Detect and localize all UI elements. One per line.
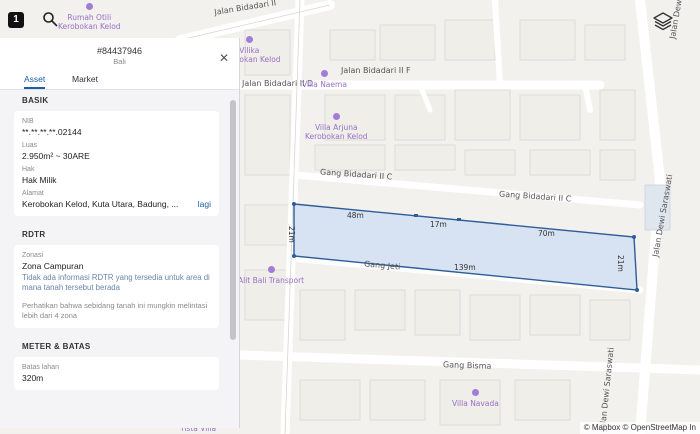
batas-value: 320m: [22, 373, 44, 383]
luas-value: 2.950m² ~ 30ARE: [22, 151, 90, 161]
poi-pin-icon: [471, 389, 479, 396]
nib-value: **.**.**.**.02144: [22, 127, 82, 137]
search-icon[interactable]: [42, 11, 58, 27]
poi-villa-navada[interactable]: Villa Navada: [452, 389, 499, 408]
section-title-rdtr: RDTR: [22, 230, 46, 239]
meter-card: Batas lahan 320m: [14, 357, 219, 390]
hak-label: Hak: [22, 166, 35, 173]
measure-west: 21m: [287, 226, 296, 243]
layers-icon[interactable]: [652, 10, 674, 32]
alamat-more-link[interactable]: lagi: [198, 199, 211, 209]
map-attribution[interactable]: © Mapbox © OpenStreetMap In: [579, 422, 700, 434]
poi-pin-icon: [320, 70, 328, 77]
close-icon[interactable]: ✕: [219, 51, 229, 65]
top-bar: 1: [0, 0, 70, 40]
section-title-meter: METER & BATAS: [22, 342, 91, 351]
luas-label: Luas: [22, 142, 38, 149]
alamat-row: Kerobokan Kelod, Kuta Utara, Badung, ...…: [22, 197, 211, 209]
hak-value: Hak Milik: [22, 175, 57, 185]
measure-east: 21m: [616, 255, 625, 272]
poi-pin-icon: [245, 36, 253, 43]
rdtr-info-text: Tidak ada informasi RDTR yang tersedia u…: [22, 273, 210, 292]
panel-scrollbar[interactable]: [230, 100, 236, 340]
poi-pin-icon: [332, 113, 340, 120]
poi-pin-icon: [267, 266, 275, 273]
asset-panel: #84437946 Bali ✕ Asset Market BASIK NIB …: [0, 38, 240, 428]
alamat-label: Alamat: [22, 190, 44, 197]
alamat-value: Kerobokan Kelod, Kuta Utara, Badung, ...: [22, 199, 179, 209]
parcel-id: #84437946: [96, 46, 143, 56]
app-logo[interactable]: 1: [8, 12, 24, 28]
measure-top-c: 70m: [538, 229, 555, 238]
measure-bottom: 139m: [454, 263, 476, 272]
tab-asset[interactable]: Asset: [24, 74, 46, 89]
panel-tabs: Asset Market: [0, 72, 239, 90]
rdtr-card: Zonasi Zona Campuran Tidak ada informasi…: [14, 245, 219, 328]
zonasi-value: Zona Campuran: [22, 261, 84, 271]
poi-pin-icon: [85, 3, 93, 10]
measure-top-b: 17m: [430, 220, 447, 229]
basik-card: NIB **.**.**.**.02144 Luas 2.950m² ~ 30A…: [14, 111, 219, 216]
poi-alit-bali[interactable]: Alit Bali Transport: [238, 266, 304, 285]
street-label-bidadari-ii-f: Jalan Bidadari II F: [341, 66, 411, 75]
poi-villa-naema[interactable]: Villa Naema: [302, 70, 347, 89]
nib-label: NIB: [22, 118, 34, 125]
measure-top-a: 48m: [347, 211, 364, 220]
batas-label: Batas lahan: [22, 364, 59, 371]
poi-villa-arjuna[interactable]: Villa Arjuna Kerobokan Kelod: [305, 113, 368, 141]
panel-header: #84437946 Bali ✕: [0, 38, 239, 72]
parcel-region: Bali: [113, 57, 126, 66]
street-label-gang-bisma: Gang Bisma: [442, 360, 492, 371]
zonasi-label: Zonasi: [22, 252, 44, 259]
rdtr-note-text: Perhatikan bahwa sebidang tanah ini mung…: [22, 301, 208, 320]
section-title-basik: BASIK: [22, 96, 49, 105]
tab-market[interactable]: Market: [72, 74, 98, 84]
